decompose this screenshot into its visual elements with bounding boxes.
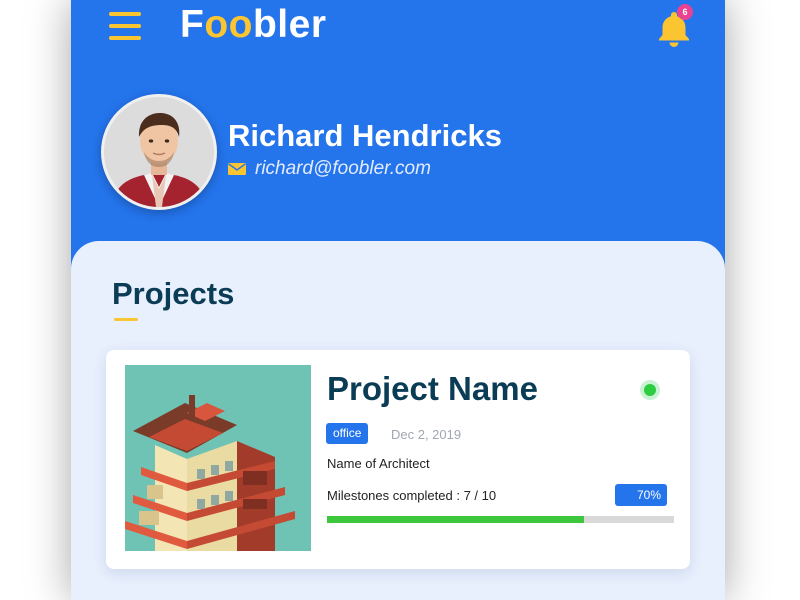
user-email[interactable]: richard@foobler.com: [255, 158, 431, 180]
project-tag[interactable]: office: [326, 423, 369, 444]
logo-text-accent: oo: [204, 3, 253, 46]
envelope-icon: [228, 163, 246, 175]
progress-percent-badge: 70%: [615, 484, 667, 506]
section-title: Projects: [112, 276, 235, 311]
avatar[interactable]: [101, 94, 217, 210]
project-card[interactable]: Project Name office Dec 2, 2019 Name of …: [106, 350, 690, 569]
app-logo: Foobler: [180, 3, 327, 47]
project-name[interactable]: Project Name: [327, 370, 538, 408]
progress-bar-fill: [327, 516, 584, 523]
milestones-label: Milestones completed : 7 / 10: [327, 488, 497, 503]
notification-count-badge: 6: [677, 4, 693, 20]
user-photo: [104, 97, 214, 207]
top-bar: Foobler 6: [71, 0, 725, 60]
architect-name: Name of Architect: [327, 456, 430, 471]
building-illustration: [125, 365, 311, 551]
logo-text-end: bler: [252, 3, 327, 46]
user-name: Richard Hendricks: [228, 118, 502, 153]
status-dot-icon: [644, 384, 656, 396]
logo-text-start: F: [180, 3, 205, 46]
title-underline: [114, 318, 138, 321]
user-email-row: richard@foobler.com: [228, 157, 431, 181]
hamburger-menu-icon[interactable]: [109, 12, 141, 40]
project-date: Dec 2, 2019: [391, 427, 462, 442]
app-screen: Foobler 6 Richard Hendricks richard@foob…: [71, 0, 725, 600]
notifications-button[interactable]: 6: [654, 4, 694, 48]
project-thumbnail: [125, 365, 311, 551]
progress-bar: [327, 516, 674, 523]
projects-panel: Projects Project Name office Dec 2, 2019…: [71, 241, 725, 600]
